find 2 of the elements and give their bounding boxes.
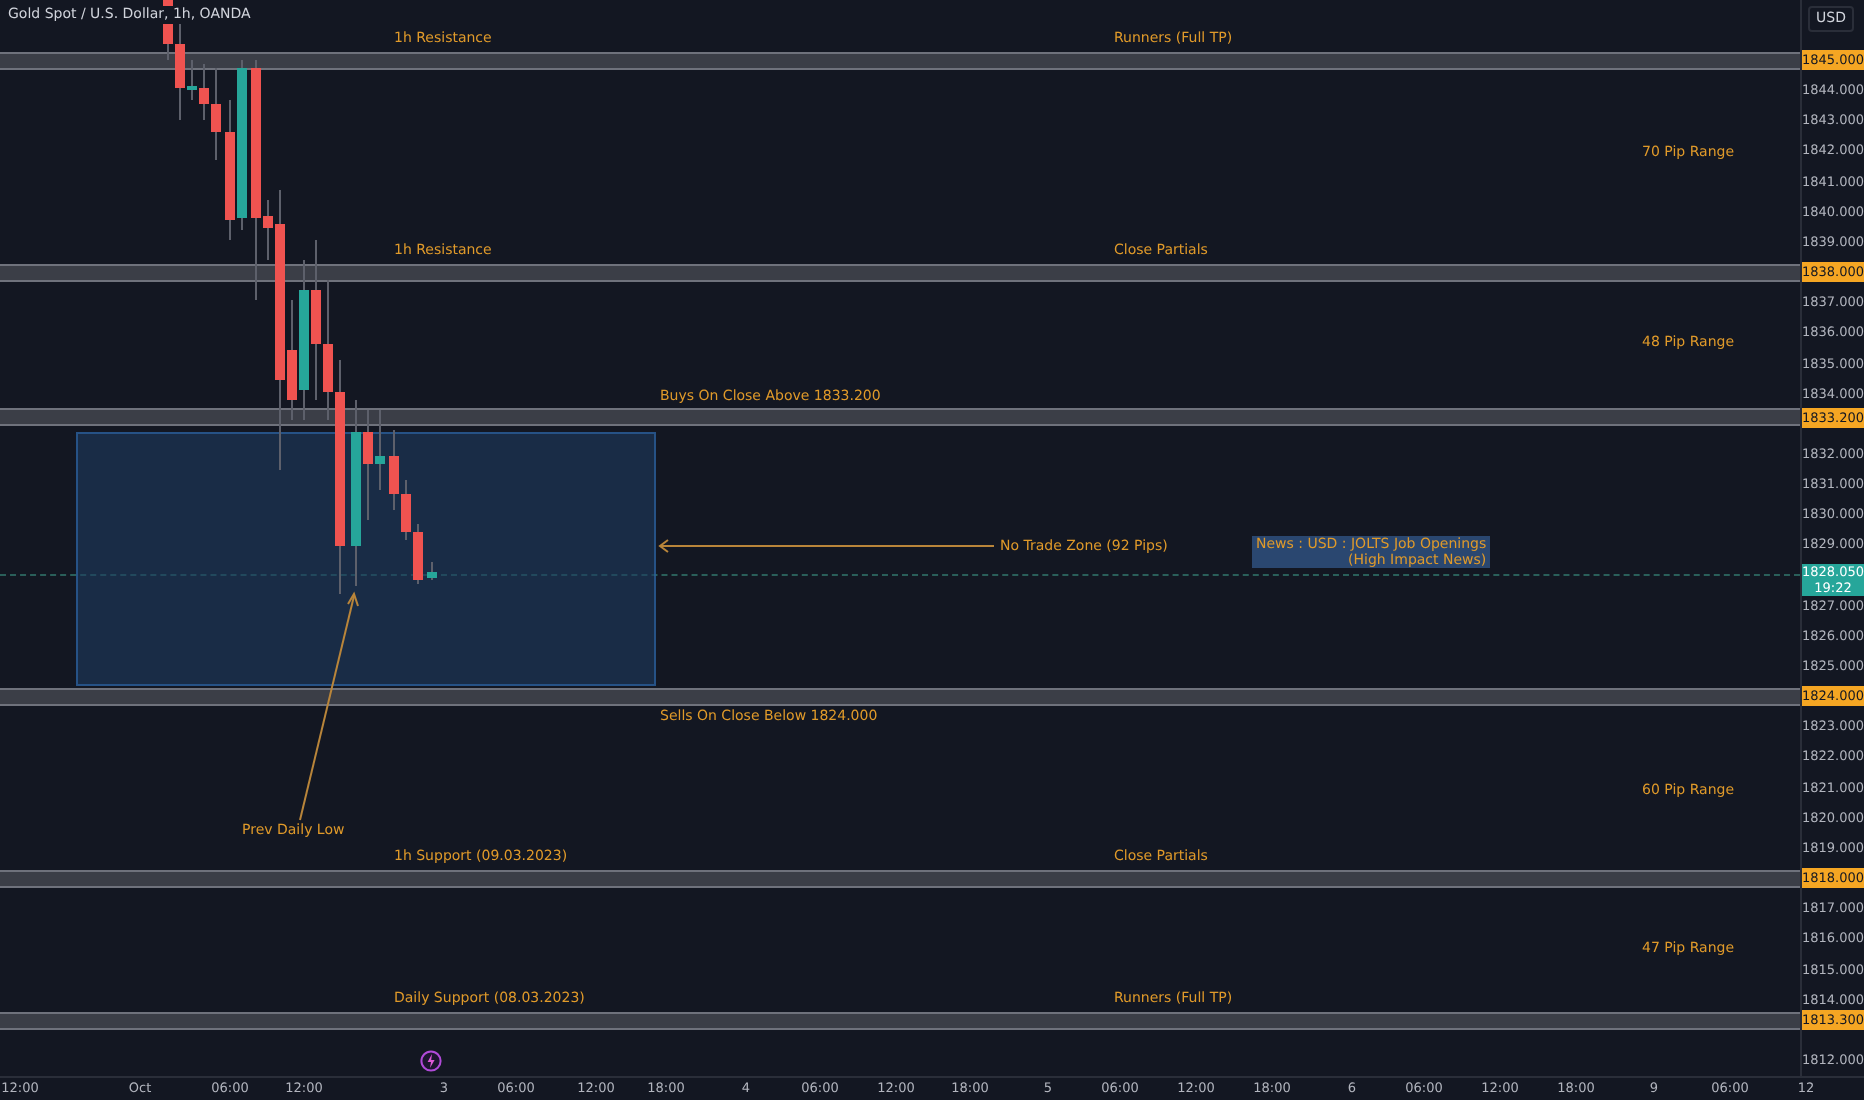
lightning-icon[interactable] bbox=[420, 1050, 442, 1072]
candle bbox=[427, 561, 437, 581]
